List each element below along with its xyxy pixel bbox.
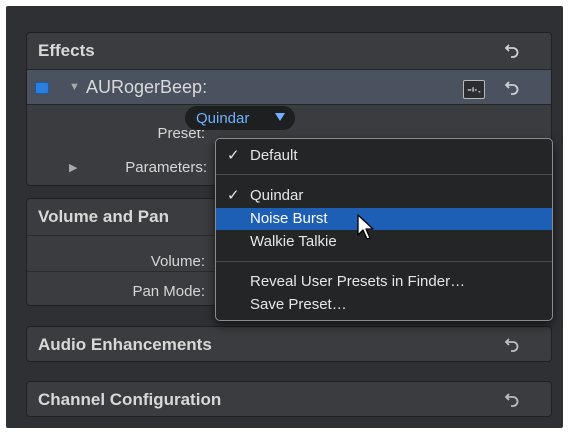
effects-header[interactable]: Effects xyxy=(27,33,551,69)
menu-item-label: Walkie Talkie xyxy=(250,233,337,250)
effects-title: Effects xyxy=(38,41,95,60)
menu-item-label: Noise Burst xyxy=(250,210,328,227)
menu-item-noise-burst[interactable]: Noise Burst xyxy=(216,208,552,230)
pointer-cursor-icon xyxy=(357,214,374,240)
volume-label: Volume: xyxy=(150,253,205,270)
menu-item-label: Quindar xyxy=(250,187,304,204)
reset-icon[interactable] xyxy=(503,336,521,354)
preset-popup[interactable]: Quindar xyxy=(185,106,295,130)
effect-name: AURogerBeep: xyxy=(86,77,208,97)
menu-item-label: Default xyxy=(250,147,298,164)
pan-mode-label: Pan Mode: xyxy=(132,283,205,300)
chevron-down-icon xyxy=(275,113,285,121)
audio-enhancements-title: Audio Enhancements xyxy=(38,335,212,354)
checkmark-icon: ✓ xyxy=(227,187,240,204)
effect-settings-icon[interactable] xyxy=(463,80,485,99)
reset-icon[interactable] xyxy=(503,391,521,409)
channel-configuration-header[interactable]: Channel Configuration xyxy=(27,382,551,418)
menu-separator xyxy=(216,174,552,175)
menu-item-default[interactable]: ✓ Default xyxy=(216,145,552,167)
checkmark-icon: ✓ xyxy=(227,147,240,164)
channel-configuration-section: Channel Configuration xyxy=(26,381,552,417)
volume-pan-title: Volume and Pan xyxy=(38,207,169,226)
menu-item-reveal-presets[interactable]: Reveal User Presets in Finder… xyxy=(216,271,552,293)
parameters-label: Parameters: xyxy=(125,159,207,176)
menu-item-label: Reveal User Presets in Finder… xyxy=(250,273,466,290)
audio-enhancements-header[interactable]: Audio Enhancements xyxy=(27,327,551,363)
parameters-disclosure-icon[interactable]: ▶ xyxy=(69,161,77,174)
menu-item-save-preset[interactable]: Save Preset… xyxy=(216,294,552,316)
reset-icon[interactable] xyxy=(503,79,521,97)
menu-separator xyxy=(216,261,552,262)
preset-value: Quindar xyxy=(196,109,250,127)
audio-enhancements-section: Audio Enhancements xyxy=(26,326,552,362)
menu-item-walkie-talkie[interactable]: Walkie Talkie xyxy=(216,231,552,253)
preset-menu: ✓ Default ✓ Quindar Noise Burst Walkie T… xyxy=(215,138,553,321)
menu-item-quindar[interactable]: ✓ Quindar xyxy=(216,185,552,207)
enable-checkbox[interactable] xyxy=(35,82,49,94)
channel-configuration-title: Channel Configuration xyxy=(38,390,222,409)
reset-icon[interactable] xyxy=(503,42,521,60)
menu-item-label: Save Preset… xyxy=(250,296,347,313)
disclosure-triangle-icon[interactable]: ▼ xyxy=(69,81,80,93)
